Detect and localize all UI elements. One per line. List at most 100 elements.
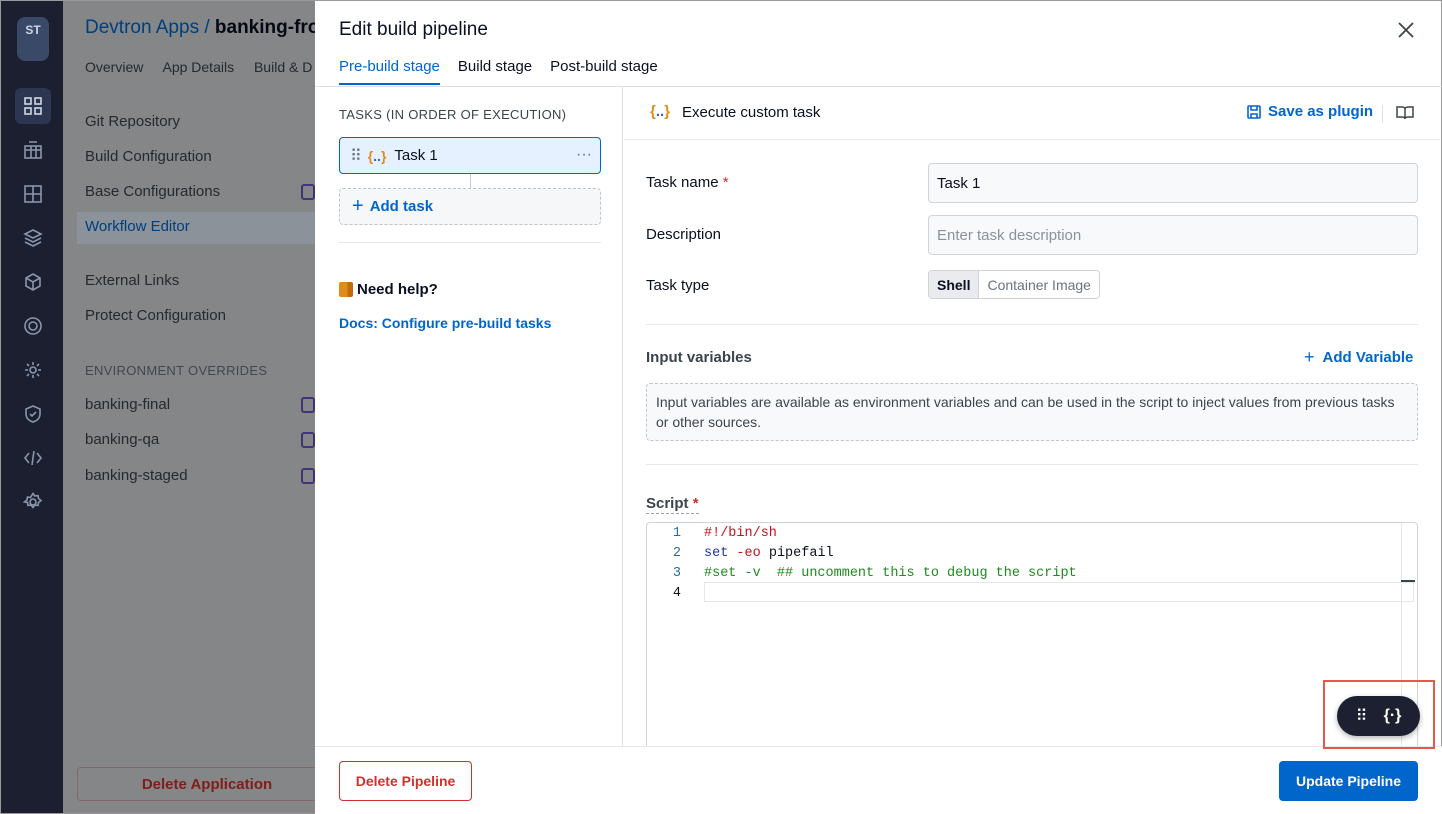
docs-link[interactable]: Docs: Configure pre-build tasks [339,315,551,331]
task-name-input[interactable] [928,163,1418,203]
need-help-heading: Need help? [339,281,438,298]
protect-lock-icon [301,468,315,484]
tab-pre-build-stage[interactable]: Pre-build stage [339,58,440,85]
task-config-header: {..} Execute custom task Save as plugin [624,87,1440,140]
book-icon [339,282,353,297]
custom-task-icon: {..} [367,147,387,164]
tasks-header: TASKS (IN ORDER OF EXECUTION) [339,107,567,122]
modal-title: Edit build pipeline [339,19,488,40]
custom-task-icon: {..} [650,103,671,120]
app-tabs: Overview App Details Build & D [85,59,315,75]
edit-build-pipeline-modal: Edit build pipeline Pre-build stage Buil… [315,0,1442,814]
stage-tabs: Pre-build stage Build stage Post-build s… [339,58,658,85]
line-number: 1 [672,525,681,541]
variables-braces-icon[interactable]: {·} [1384,707,1402,725]
drag-handle-icon[interactable]: ⠿ [1356,706,1368,726]
tab-overview[interactable]: Overview [85,59,143,75]
breadcrumb-parent[interactable]: Devtron Apps / [85,17,210,38]
required-asterisk: * [692,495,699,512]
apps-grid-icon[interactable] [15,88,51,124]
add-task-button[interactable]: + Add task [339,188,601,225]
delete-pipeline-button[interactable]: Delete Pipeline [339,761,472,801]
task-card[interactable]: ⠿ {..} Task 1 ··· [339,137,601,174]
nav-git-repository[interactable]: Git Repository [85,113,180,130]
task-type-toggle: Shell Container Image [928,270,1100,299]
bulk-edit-icon[interactable] [15,352,51,388]
resource-grid-icon[interactable] [15,176,51,212]
breadcrumb-current: banking-fro [214,17,315,38]
close-icon[interactable] [1395,19,1417,41]
env-banking-final[interactable]: banking-final [85,396,170,413]
input-variables-info: Input variables are available as environ… [646,383,1418,441]
nav-rail: ST [0,0,63,814]
task-card-name: Task 1 [394,147,438,164]
documentation-book-icon[interactable] [1396,104,1414,122]
nav-external-links[interactable]: External Links [85,272,179,289]
code-icon[interactable] [15,440,51,476]
task-connector [470,174,471,188]
env-banking-qa[interactable]: banking-qa [85,431,159,448]
tab-build-deploy[interactable]: Build & D [254,59,312,75]
code-line: 1 #!/bin/sh [647,523,1417,543]
description-input[interactable] [928,215,1418,255]
more-options-icon[interactable]: ··· [576,146,592,164]
line-number: 3 [672,565,681,581]
description-label: Description [646,226,722,243]
nav-build-configuration[interactable]: Build Configuration [85,148,212,165]
code-line: 2 set -eo pipefail [647,543,1417,563]
shield-icon[interactable] [15,396,51,432]
script-label-text: Script [646,495,689,512]
divider [1382,105,1383,123]
code-line: 3 #set -v ## uncomment this to debug the… [647,563,1417,583]
nav-workflow-editor[interactable]: Workflow Editor [77,212,315,244]
task-name-label: Task name * [646,174,729,191]
nav-base-configurations[interactable]: Base Configurations [85,183,220,200]
scroll-marker [1401,580,1415,582]
divider [646,464,1418,465]
delete-application-button[interactable]: Delete Application [77,767,315,801]
code-text: #set -v ## uncomment this to debug the s… [704,565,1077,581]
tab-app-details[interactable]: App Details [162,59,234,75]
add-variable-label: Add Variable [1322,349,1414,366]
task-kind-label: Execute custom task [682,104,821,121]
task-config-pane: {..} Execute custom task Save as plugin … [624,87,1440,746]
protect-lock-icon [301,184,315,200]
need-help-label: Need help? [357,281,438,298]
protect-lock-icon [301,397,315,413]
settings-gear-icon[interactable] [15,484,51,520]
tab-build-stage[interactable]: Build stage [458,58,532,85]
drag-handle-icon[interactable]: ⠿ [350,146,362,166]
charts-icon[interactable] [15,132,51,168]
logo-text: ST [25,23,41,37]
update-pipeline-button[interactable]: Update Pipeline [1279,761,1418,801]
cube-icon[interactable] [15,264,51,300]
save-as-plugin-label: Save as plugin [1268,103,1374,120]
breadcrumb: Devtron Apps / banking-fro [85,17,315,39]
script-label: Script * [646,495,699,514]
task-type-shell[interactable]: Shell [929,271,980,298]
plus-icon: + [352,195,364,217]
script-editor[interactable]: 1 #!/bin/sh 2 set -eo pipefail 3 #set -v… [646,522,1418,746]
divider [339,242,601,243]
code-text: set -eo pipefail [704,545,834,561]
save-as-plugin-button[interactable]: Save as plugin [1246,103,1373,120]
divider [646,324,1418,325]
nav-protect-configuration[interactable]: Protect Configuration [85,307,226,324]
modal-footer: Delete Pipeline Update Pipeline [315,746,1442,814]
security-target-icon[interactable] [15,308,51,344]
env-banking-staged[interactable]: banking-staged [85,467,188,484]
env-overrides-title: ENVIRONMENT OVERRIDES [85,363,268,378]
add-variable-button[interactable]: + Add Variable [1304,348,1414,366]
app-background: Devtron Apps / banking-fro Overview App … [63,0,315,814]
task-type-container-image[interactable]: Container Image [979,271,1099,298]
org-logo[interactable]: ST [17,17,49,61]
tab-post-build-stage[interactable]: Post-build stage [550,58,658,85]
code-text: #!/bin/sh [704,525,777,541]
line-number: 4 [672,585,681,601]
floating-variables-widget[interactable]: ⠿ {·} [1337,696,1420,736]
line-number: 2 [672,545,681,561]
protect-lock-icon [301,432,315,448]
code-line: 4 [647,583,1417,603]
save-icon [1247,104,1261,119]
stack-icon[interactable] [15,220,51,256]
